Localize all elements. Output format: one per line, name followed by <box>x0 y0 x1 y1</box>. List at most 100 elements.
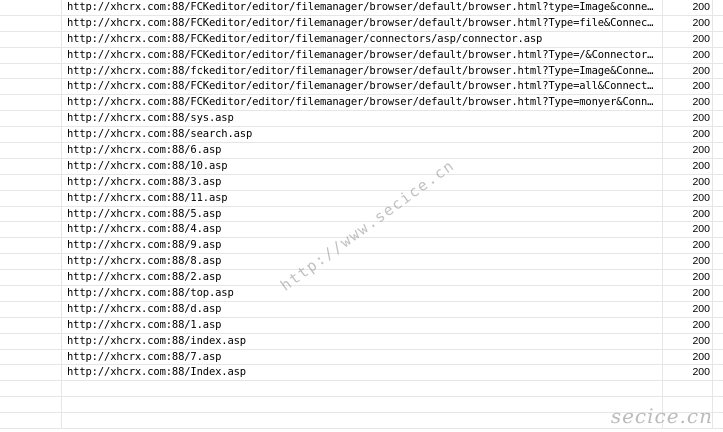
status-cell[interactable]: 200 <box>663 365 710 380</box>
url-cell[interactable]: http://xhcrx.com:88/d.asp <box>67 302 657 317</box>
row-header-cell[interactable] <box>0 79 62 95</box>
row-header-cell[interactable] <box>0 127 62 143</box>
row-header-cell[interactable] <box>0 206 62 222</box>
url-cell[interactable] <box>67 381 657 396</box>
row-header-cell[interactable] <box>0 270 62 286</box>
status-cell[interactable]: 200 <box>663 64 710 79</box>
table-row[interactable]: http://xhcrx.com:88/FCKeditor/editor/fil… <box>0 31 723 48</box>
url-cell[interactable]: http://xhcrx.com:88/FCKeditor/editor/fil… <box>67 16 657 31</box>
status-cell[interactable]: 200 <box>663 111 710 126</box>
url-cell[interactable]: http://xhcrx.com:88/3.asp <box>67 175 657 190</box>
table-row[interactable]: http://xhcrx.com:88/search.asp 200 <box>0 127 723 144</box>
url-cell[interactable]: http://xhcrx.com:88/10.asp <box>67 159 657 174</box>
column-divider <box>712 254 713 270</box>
table-row[interactable]: http://xhcrx.com:88/7.asp 200 <box>0 349 723 366</box>
url-cell[interactable]: http://xhcrx.com:88/Index.asp <box>67 365 657 380</box>
url-cell[interactable]: http://xhcrx.com:88/FCKeditor/editor/fil… <box>67 48 657 63</box>
row-header-cell[interactable] <box>0 158 62 174</box>
url-cell[interactable]: http://xhcrx.com:88/FCKeditor/editor/fil… <box>67 79 657 94</box>
row-header-cell[interactable] <box>0 238 62 254</box>
table-row[interactable]: http://xhcrx.com:88/2.asp 200 <box>0 270 723 287</box>
row-header-cell[interactable] <box>0 95 62 111</box>
status-cell[interactable]: 200 <box>663 95 710 110</box>
table-row[interactable]: http://xhcrx.com:88/sys.asp 200 <box>0 111 723 128</box>
table-row[interactable]: http://xhcrx.com:88/FCKeditor/editor/fil… <box>0 15 723 32</box>
row-header-cell[interactable] <box>0 413 62 429</box>
status-cell[interactable] <box>663 381 710 396</box>
table-row[interactable] <box>0 381 723 398</box>
status-cell[interactable]: 200 <box>663 16 710 31</box>
row-header-cell[interactable] <box>0 0 62 15</box>
table-row[interactable]: http://xhcrx.com:88/fckeditor/editor/fil… <box>0 63 723 80</box>
url-cell[interactable]: http://xhcrx.com:88/FCKeditor/editor/fil… <box>67 0 657 15</box>
url-cell[interactable]: http://xhcrx.com:88/index.asp <box>67 334 657 349</box>
row-header-cell[interactable] <box>0 397 62 413</box>
url-cell[interactable]: http://xhcrx.com:88/7.asp <box>67 350 657 365</box>
status-cell[interactable]: 200 <box>663 191 710 206</box>
table-row[interactable]: http://xhcrx.com:88/FCKeditor/editor/fil… <box>0 79 723 96</box>
row-header-cell[interactable] <box>0 381 62 397</box>
url-cell[interactable]: http://xhcrx.com:88/top.asp <box>67 286 657 301</box>
url-cell[interactable]: http://xhcrx.com:88/9.asp <box>67 238 657 253</box>
status-cell[interactable]: 200 <box>663 318 710 333</box>
row-header-cell[interactable] <box>0 254 62 270</box>
table-row[interactable]: http://xhcrx.com:88/FCKeditor/editor/fil… <box>0 95 723 112</box>
status-cell[interactable]: 200 <box>663 334 710 349</box>
status-cell[interactable]: 200 <box>663 32 710 47</box>
table-row[interactable]: http://xhcrx.com:88/Index.asp 200 <box>0 365 723 382</box>
status-cell[interactable]: 200 <box>663 127 710 142</box>
status-cell[interactable]: 200 <box>663 143 710 158</box>
row-header-cell[interactable] <box>0 317 62 333</box>
table-row[interactable]: http://xhcrx.com:88/3.asp 200 <box>0 174 723 191</box>
status-cell[interactable]: 200 <box>663 207 710 222</box>
url-cell[interactable]: http://xhcrx.com:88/2.asp <box>67 270 657 285</box>
row-header-cell[interactable] <box>0 31 62 47</box>
row-header-cell[interactable] <box>0 365 62 381</box>
url-cell[interactable]: http://xhcrx.com:88/11.asp <box>67 191 657 206</box>
table-row[interactable]: http://xhcrx.com:88/d.asp 200 <box>0 301 723 318</box>
row-header-cell[interactable] <box>0 111 62 127</box>
row-header-cell[interactable] <box>0 301 62 317</box>
table-row[interactable]: http://xhcrx.com:88/6.asp 200 <box>0 143 723 159</box>
status-cell[interactable]: 200 <box>663 302 710 317</box>
status-cell[interactable]: 200 <box>663 238 710 253</box>
status-cell[interactable]: 200 <box>663 350 710 365</box>
status-cell[interactable]: 200 <box>663 159 710 174</box>
table-row[interactable]: http://xhcrx.com:88/8.asp 200 <box>0 254 723 271</box>
row-header-cell[interactable] <box>0 143 62 158</box>
row-header-cell[interactable] <box>0 333 62 349</box>
table-row[interactable]: http://xhcrx.com:88/1.asp 200 <box>0 317 723 334</box>
table-row[interactable]: http://xhcrx.com:88/top.asp 200 <box>0 286 723 302</box>
status-cell[interactable]: 200 <box>663 254 710 269</box>
row-header-cell[interactable] <box>0 47 62 63</box>
url-cell[interactable]: http://xhcrx.com:88/FCKeditor/editor/fil… <box>67 32 657 47</box>
status-cell[interactable]: 200 <box>663 48 710 63</box>
url-cell[interactable] <box>67 413 657 428</box>
row-header-cell[interactable] <box>0 286 62 301</box>
url-cell[interactable]: http://xhcrx.com:88/sys.asp <box>67 111 657 126</box>
row-header-cell[interactable] <box>0 190 62 206</box>
status-cell[interactable]: 200 <box>663 175 710 190</box>
url-cell[interactable] <box>67 397 657 412</box>
url-cell[interactable]: http://xhcrx.com:88/6.asp <box>67 143 657 158</box>
status-cell[interactable]: 200 <box>663 0 710 15</box>
status-cell[interactable]: 200 <box>663 270 710 285</box>
url-cell[interactable]: http://xhcrx.com:88/8.asp <box>67 254 657 269</box>
row-header-cell[interactable] <box>0 15 62 31</box>
row-header-cell[interactable] <box>0 174 62 190</box>
table-row[interactable]: http://xhcrx.com:88/FCKeditor/editor/fil… <box>0 0 723 16</box>
row-header-cell[interactable] <box>0 63 62 79</box>
status-cell[interactable]: 200 <box>663 286 710 301</box>
table-row[interactable]: http://xhcrx.com:88/10.asp 200 <box>0 158 723 175</box>
url-cell[interactable]: http://xhcrx.com:88/fckeditor/editor/fil… <box>67 64 657 79</box>
url-cell[interactable]: http://xhcrx.com:88/1.asp <box>67 318 657 333</box>
url-cell[interactable]: http://xhcrx.com:88/FCKeditor/editor/fil… <box>67 95 657 110</box>
row-header-cell[interactable] <box>0 349 62 365</box>
url-cell[interactable]: http://xhcrx.com:88/search.asp <box>67 127 657 142</box>
table-row[interactable]: http://xhcrx.com:88/index.asp 200 <box>0 333 723 350</box>
table-row[interactable]: http://xhcrx.com:88/FCKeditor/editor/fil… <box>0 47 723 64</box>
row-header-cell[interactable] <box>0 222 62 238</box>
status-cell[interactable]: 200 <box>663 222 710 237</box>
status-cell[interactable]: 200 <box>663 79 710 94</box>
table-row[interactable]: http://xhcrx.com:88/11.asp 200 <box>0 190 723 207</box>
